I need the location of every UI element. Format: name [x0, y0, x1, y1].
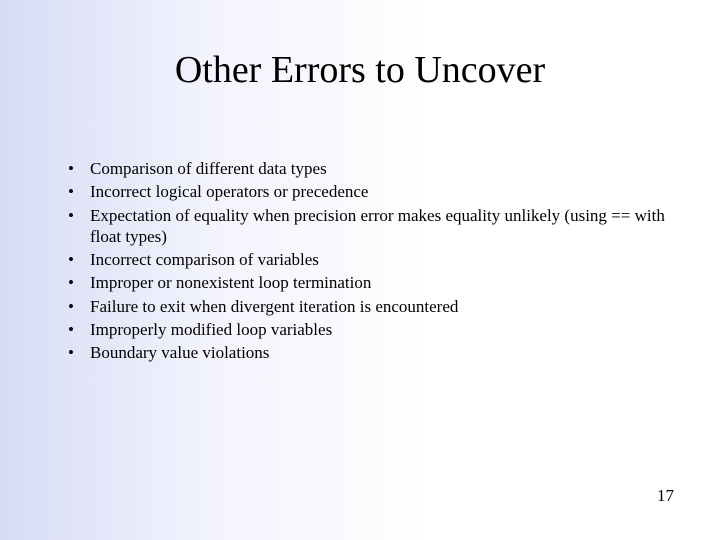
slide-body: Comparison of different data types Incor…	[62, 158, 670, 365]
list-item: Incorrect logical operators or precedenc…	[62, 181, 670, 202]
list-item: Improper or nonexistent loop termination	[62, 272, 670, 293]
list-item: Expectation of equality when precision e…	[62, 205, 670, 248]
slide: Other Errors to Uncover Comparison of di…	[0, 0, 720, 540]
list-item: Incorrect comparison of variables	[62, 249, 670, 270]
bullet-list: Comparison of different data types Incor…	[62, 158, 670, 363]
page-number: 17	[657, 486, 674, 506]
list-item: Improperly modified loop variables	[62, 319, 670, 340]
list-item: Comparison of different data types	[62, 158, 670, 179]
list-item: Failure to exit when divergent iteration…	[62, 296, 670, 317]
slide-title: Other Errors to Uncover	[0, 48, 720, 92]
list-item: Boundary value violations	[62, 342, 670, 363]
